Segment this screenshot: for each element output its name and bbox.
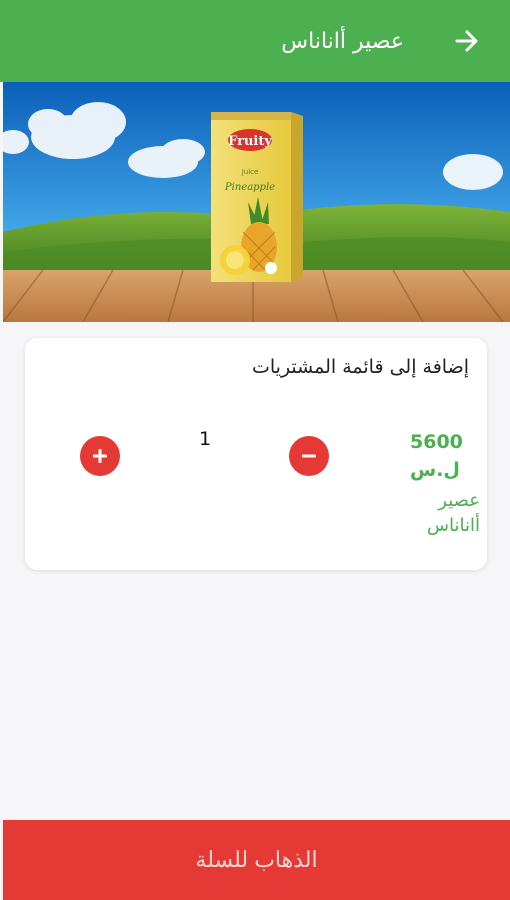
plus-icon	[93, 449, 107, 463]
svg-text:Fruity: Fruity	[228, 134, 272, 149]
card-title: إضافة إلى قائمة المشتريات	[251, 356, 469, 378]
page-title: عصير أاناناس	[281, 28, 404, 54]
minus-icon	[302, 454, 316, 458]
currency: ل.س	[410, 459, 460, 481]
go-to-cart-label: الذهاب للسلة	[195, 847, 318, 872]
svg-text:Juice: Juice	[241, 168, 259, 176]
price: 5600	[410, 431, 463, 453]
product-name: عصير أاناناس	[427, 490, 480, 536]
quantity-value: 1	[198, 428, 212, 450]
increase-quantity-button[interactable]	[80, 436, 120, 476]
add-to-list-card: إضافة إلى قائمة المشتريات 5600 ل.س عصير …	[25, 338, 487, 570]
go-to-cart-button[interactable]: الذهاب للسلة	[3, 820, 510, 900]
svg-text:Pineapple: Pineapple	[224, 182, 275, 193]
app-bar: عصير أاناناس	[0, 0, 510, 82]
product-banner-image: Fruity Juice Pineapple	[3, 82, 510, 322]
back-button[interactable]	[452, 26, 482, 56]
arrow-right-icon	[455, 30, 478, 52]
decrease-quantity-button[interactable]	[289, 436, 329, 476]
